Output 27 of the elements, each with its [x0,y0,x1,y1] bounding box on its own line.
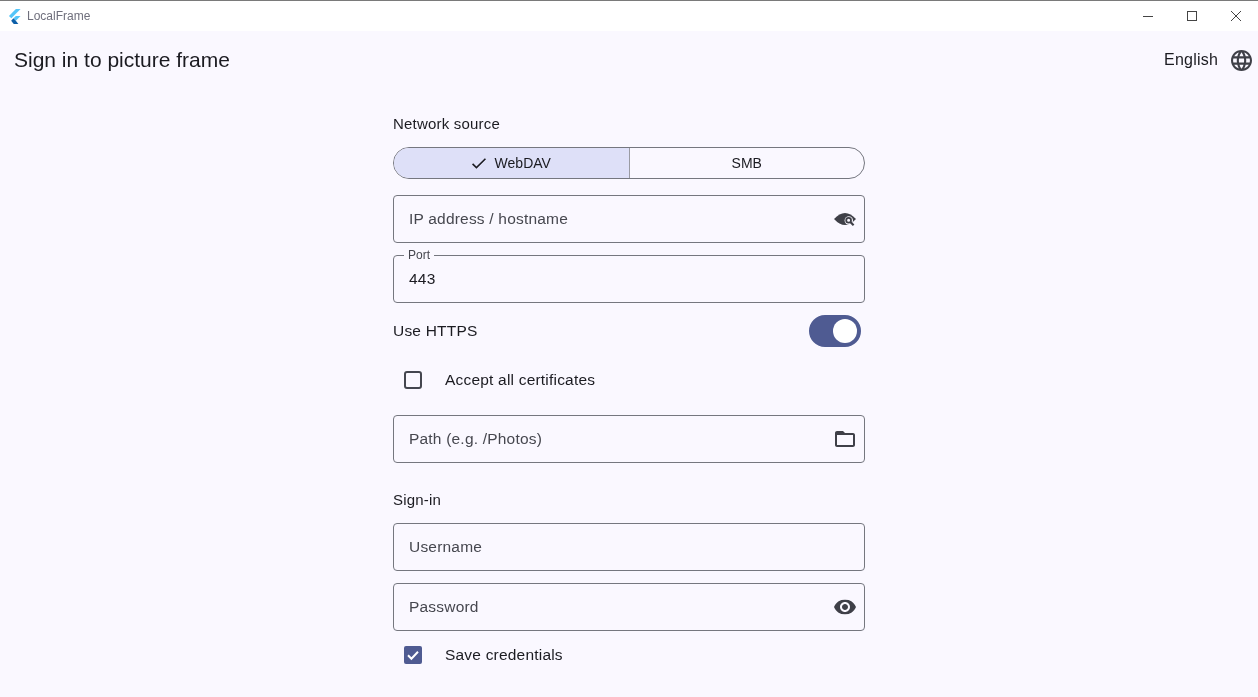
checkbox[interactable] [404,371,422,389]
field-label: Port [404,248,434,262]
switch-label: Use HTTPS [393,322,478,340]
window-title: LocalFrame [27,9,91,23]
page-title: Sign in to picture frame [14,47,230,73]
check-icon [471,157,486,169]
checkbox-label: Accept all certificates [445,371,596,389]
minimize-icon [1143,15,1153,17]
logo-icon [8,8,21,24]
globe-icon [1231,49,1252,71]
password-input-field[interactable]: Password [393,583,865,631]
checkbox-label: Save credentials [445,646,563,664]
segment-option[interactable]: WebDAV [394,148,629,178]
path-input-field[interactable]: Path (e.g. /Photos) [393,415,865,463]
close-icon [1231,11,1241,21]
section-heading: Sign-in [393,490,443,510]
eye-magnifier-icon[interactable] [833,210,857,228]
host-input-field[interactable]: IP address / hostname [393,195,865,243]
maximize-icon [1187,11,1197,21]
segment-option[interactable]: SMB [628,148,864,178]
section-heading: Network source [393,114,501,134]
eye-icon[interactable] [834,599,856,615]
folder-icon[interactable] [835,431,855,447]
checkbox[interactable] [404,646,422,664]
username-input-field[interactable]: Username [393,523,865,571]
toggle-switch[interactable] [809,315,861,347]
language-button[interactable]: English [1164,49,1252,71]
